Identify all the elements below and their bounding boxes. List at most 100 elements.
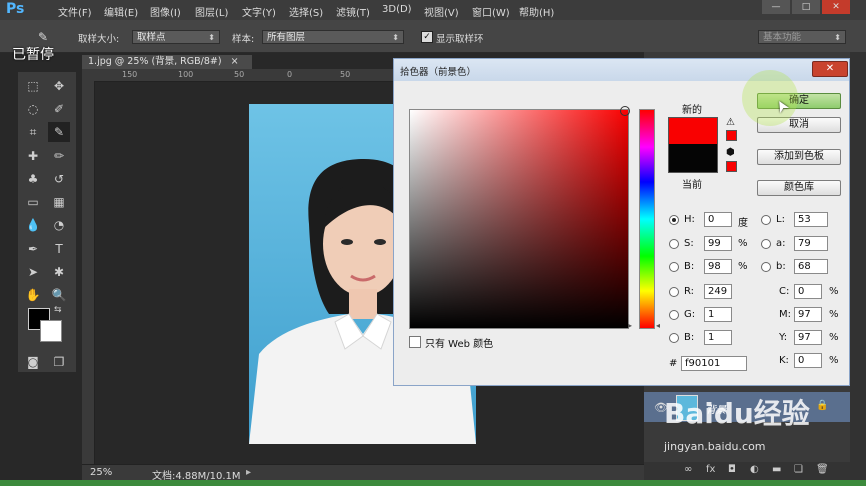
quick-mask-icon[interactable]: ◙ [22,352,44,372]
dodge-tool-icon[interactable]: ◔ [48,215,70,235]
stamp-tool-icon[interactable]: ♣ [22,169,44,189]
red-radio[interactable] [669,287,679,297]
lab-a-field[interactable]: 79 [794,236,828,251]
color-field-marker[interactable] [620,106,630,116]
color-libraries-button[interactable]: 颜色库 [757,180,841,196]
lab-b-radio[interactable] [761,262,771,272]
lock-icon: 🔒 [816,400,829,411]
sample-size-select[interactable]: 取样点 ⬍ [132,30,220,44]
black-field[interactable]: 0 [794,353,822,368]
dialog-close-button[interactable]: ✕ [812,61,848,77]
magenta-field[interactable]: 97 [794,307,822,322]
dialog-title: 拾色器（前景色） [400,67,477,78]
history-brush-icon[interactable]: ↺ [48,169,70,189]
shape-tool-icon[interactable]: ✱ [48,262,70,282]
background-color-swatch[interactable] [40,320,62,342]
menu-help[interactable]: 帮助(H) [519,4,554,19]
pen-tool-icon[interactable]: ✒ [22,239,44,259]
lab-a-radio[interactable] [761,239,771,249]
menu-3d[interactable]: 3D(D) [382,4,412,15]
eyedropper-icon[interactable]: ✎ [38,30,48,44]
window-close-button[interactable]: ✕ [822,0,850,14]
marquee-tool-icon[interactable]: ⬚ [22,76,44,96]
blue-field[interactable]: 1 [704,330,732,345]
gradient-tool-icon[interactable]: ▦ [48,192,70,212]
crop-tool-icon[interactable]: ⌗ [22,122,44,142]
close-tab-icon[interactable]: × [231,56,239,67]
hue-slider-right-handle[interactable]: ◂ [656,321,660,330]
mask-icon[interactable]: ◘ [728,464,736,475]
current-color-swatch[interactable] [668,144,718,173]
eyedropper-tool-icon[interactable]: ✎ [48,122,70,142]
new-layer-icon[interactable]: ❏ [794,464,803,475]
lab-b-field[interactable]: 68 [794,259,828,274]
gamut-color-swatch[interactable] [726,130,737,141]
status-menu-icon[interactable]: ▸ [246,467,251,478]
link-icon[interactable]: ∞ [684,464,692,475]
document-tab[interactable]: 1.jpg @ 25% (背景, RGB/8#) × [82,55,252,69]
add-to-swatches-button[interactable]: 添加到色板 [757,149,841,165]
saturation-field[interactable]: 99 [704,236,732,251]
screen-mode-icon[interactable]: ❐ [48,352,70,372]
blur-tool-icon[interactable]: 💧 [22,215,44,235]
lab-l-field[interactable]: 53 [794,212,828,227]
brightness-radio[interactable] [669,262,679,272]
menu-type[interactable]: 文字(Y) [242,4,276,19]
menu-edit[interactable]: 编辑(E) [104,4,138,19]
web-colors-only-checkbox[interactable] [409,336,421,348]
menu-file[interactable]: 文件(F) [58,4,92,19]
hand-tool-icon[interactable]: ✋ [22,285,44,305]
healing-brush-icon[interactable]: ✚ [22,146,44,166]
options-bar: ✎ 取样大小: 取样点 ⬍ 样本: 所有图层 ⬍ ✓ 显示取样环 基本功能 ⬍ [0,20,866,53]
brush-tool-icon[interactable]: ✏ [48,146,70,166]
current-color-label: 当前 [682,180,702,191]
brightness-field[interactable]: 98 [704,259,732,274]
zoom-level[interactable]: 25% [90,467,112,478]
path-select-icon[interactable]: ➤ [22,262,44,282]
yellow-field[interactable]: 97 [794,330,822,345]
web-safe-color-swatch[interactable] [726,161,737,172]
lasso-tool-icon[interactable]: ◌ [22,99,44,119]
menu-select[interactable]: 选择(S) [289,4,323,19]
hex-field[interactable]: f90101 [681,356,747,371]
hue-slider[interactable] [639,109,655,329]
hue-slider-left-handle[interactable]: ▸ [628,321,632,330]
cyan-field[interactable]: 0 [794,284,822,299]
chevron-down-icon: ⬍ [834,33,841,42]
zoom-tool-icon[interactable]: 🔍 [48,285,70,305]
hue-field[interactable]: 0 [704,212,732,227]
trash-icon[interactable]: 🗑 [816,464,829,475]
new-color-swatch [668,117,718,146]
minimize-button[interactable]: — [762,0,790,14]
saturation-brightness-field[interactable] [409,106,630,329]
folder-icon[interactable]: ▬ [772,464,781,475]
green-field[interactable]: 1 [704,307,732,322]
sample-select[interactable]: 所有图层 ⬍ [262,30,404,44]
menu-filter[interactable]: 滤镜(T) [336,4,370,19]
menu-window[interactable]: 窗口(W) [472,4,510,19]
move-tool-icon[interactable]: ✥ [48,76,70,96]
saturation-radio[interactable] [669,239,679,249]
show-ring-label: 显示取样环 [436,34,484,45]
adjustment-icon[interactable]: ◐ [750,464,759,475]
swap-colors-icon[interactable]: ⇆ [54,305,62,315]
green-radio[interactable] [669,310,679,320]
fx-icon[interactable]: fx [706,464,715,475]
hue-radio[interactable] [669,215,679,225]
web-safe-cube-icon: ⬢ [726,147,735,158]
workspace-select[interactable]: 基本功能 ⬍ [758,30,846,44]
eraser-tool-icon[interactable]: ▭ [22,192,44,212]
green-label: G: [684,309,696,320]
show-ring-checkbox[interactable]: ✓ [421,31,433,43]
quick-select-tool-icon[interactable]: ✐ [48,99,70,119]
lab-l-radio[interactable] [761,215,771,225]
maximize-button[interactable]: □ [792,0,820,14]
menu-image[interactable]: 图像(I) [150,4,181,19]
menu-layer[interactable]: 图层(L) [195,4,228,19]
blue-radio[interactable] [669,333,679,343]
type-tool-icon[interactable]: T [48,239,70,259]
lab-b-label: b: [776,261,786,272]
panel-scrollbar[interactable] [850,52,866,480]
menu-view[interactable]: 视图(V) [424,4,459,19]
red-field[interactable]: 249 [704,284,732,299]
